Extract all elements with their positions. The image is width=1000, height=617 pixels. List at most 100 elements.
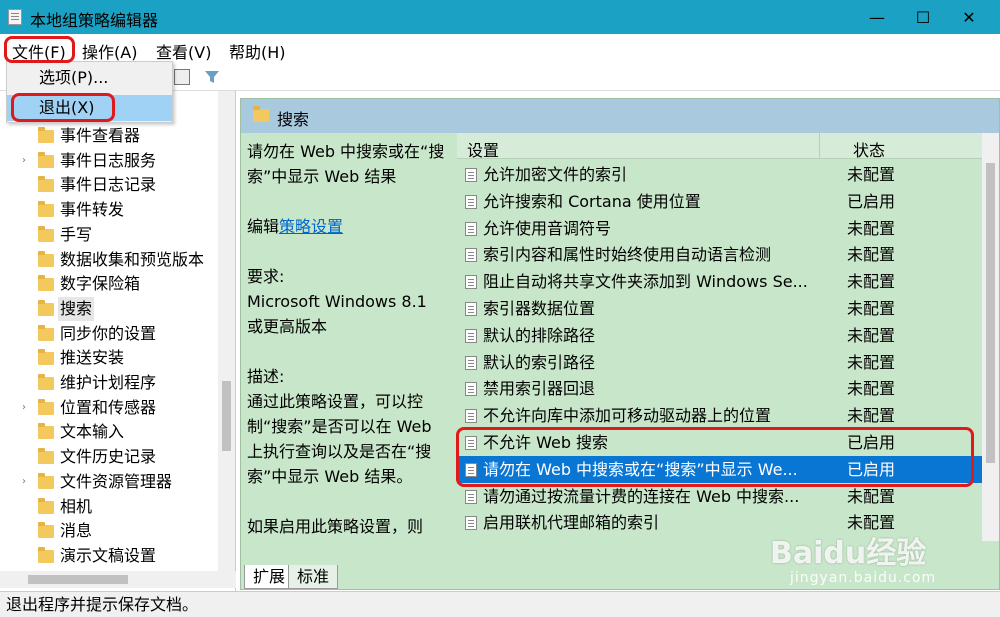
tree-item-label: 手写 <box>60 224 93 244</box>
policy-icon <box>465 409 477 424</box>
tree-item-label: 事件查看器 <box>60 126 141 145</box>
close-button[interactable]: ✕ <box>946 0 992 34</box>
tree-item[interactable]: 事件日志记录 <box>0 173 218 197</box>
column-setting[interactable]: 设置 <box>467 137 499 161</box>
tab-standard[interactable]: 标准 <box>288 565 339 589</box>
tab-extended[interactable]: 扩展 <box>244 565 295 589</box>
baidu-watermark-url: jingyan.baidu.com <box>790 570 937 586</box>
policy-icon <box>465 355 477 370</box>
tree-item[interactable]: 事件转发 <box>0 198 218 222</box>
tree-item-label: 同步你的设置 <box>60 323 157 343</box>
setting-row[interactable]: 索引内容和属性时始终使用自动语言检测 未配置 <box>457 241 999 268</box>
folder-icon <box>38 201 54 218</box>
tree-horizontal-scrollbar[interactable] <box>0 571 236 588</box>
setting-state: 未配置 <box>847 165 896 184</box>
setting-state: 已启用 <box>847 191 896 211</box>
setting-name: 阻止自动将共享文件夹添加到 Windows Se... <box>483 272 808 292</box>
tree-item-label: 相机 <box>60 496 93 516</box>
folder-icon <box>38 374 54 390</box>
tree-item[interactable]: 同步你的设置 <box>0 322 218 346</box>
maximize-button[interactable]: ☐ <box>900 0 946 34</box>
details-title: 搜索 <box>277 110 310 129</box>
edit-policy: 编辑策略设置 <box>247 214 447 239</box>
folder-icon <box>38 275 54 292</box>
column-state[interactable]: 状态 <box>853 137 885 161</box>
requirements-text: Microsoft Windows 8.1 或更高版本 <box>247 292 427 336</box>
setting-state: 未配置 <box>847 352 896 372</box>
menu-view[interactable]: 查看(V) <box>156 39 211 63</box>
tree-item[interactable]: 推送安装 <box>0 346 218 370</box>
setting-name: 默认的索引路径 <box>483 352 596 372</box>
menu-action[interactable]: 操作(A) <box>82 39 137 63</box>
tree-item-label: 演示文稿设置 <box>60 545 157 565</box>
filter-icon[interactable] <box>204 69 220 85</box>
show-hide-tree-icon[interactable] <box>174 69 190 85</box>
expand-arrow-icon[interactable]: › <box>22 470 26 494</box>
tree-item[interactable]: 数据收集和预览版本 <box>0 248 218 272</box>
setting-row[interactable]: 不允许向库中添加可移动驱动器上的位置 未配置 <box>457 402 999 429</box>
folder-icon <box>38 324 54 341</box>
tree-item[interactable]: 事件查看器 <box>0 124 218 148</box>
setting-row[interactable]: 默认的排除路径 未配置 <box>457 322 999 349</box>
setting-name: 禁用索引器回退 <box>483 379 596 399</box>
tree-item-label: 位置和传感器 <box>60 397 157 417</box>
setting-row[interactable]: 默认的索引路径 未配置 <box>457 349 999 376</box>
list-vertical-scrollbar[interactable] <box>982 133 999 541</box>
tree-pane: 事件查看器 › 事件日志服务 事件日志记录 事件转发手写数据收集和预览版本 数字保险箱 搜索… <box>0 91 236 591</box>
tree-item-label: 文件历史记录 <box>60 447 157 467</box>
tree-item[interactable]: 文本输入 <box>0 420 218 444</box>
scroll-thumb[interactable] <box>986 163 995 463</box>
description-text: 通过此策略设置，可以控制“搜索”是否可以在 Web 上执行查询以及是否在“搜索”… <box>247 392 432 486</box>
tree-item[interactable]: › 位置和传感器 <box>0 396 218 420</box>
policy-description: 请勿在 Web 中搜索或在“搜索”中显示 Web 结果 编辑策略设置 要求: Mi… <box>247 139 447 564</box>
menu-help[interactable]: 帮助(H) <box>229 39 286 63</box>
setting-row[interactable]: 阻止自动将共享文件夹添加到 Windows Se... 未配置 <box>457 268 999 295</box>
setting-row[interactable]: 允许加密文件的索引 未配置 <box>457 161 999 188</box>
tree-item-label: 搜索 <box>58 296 95 321</box>
policy-icon <box>465 275 477 290</box>
scroll-thumb[interactable] <box>222 381 231 451</box>
column-separator[interactable] <box>819 133 820 159</box>
setting-name: 允许加密文件的索引 <box>483 165 628 184</box>
requirements-label: 要求: <box>247 267 285 286</box>
expand-arrow-icon[interactable]: › <box>22 149 26 173</box>
folder-icon <box>38 127 54 143</box>
tree-item[interactable]: › 文件资源管理器 <box>0 470 218 494</box>
folder-icon <box>38 497 54 514</box>
setting-row[interactable]: 允许搜索和 Cortana 使用位置 已启用 <box>457 188 999 215</box>
policy-settings-link[interactable]: 策略设置 <box>279 217 343 236</box>
tree-item[interactable]: 消息 <box>0 519 218 543</box>
setting-state: 未配置 <box>847 299 896 318</box>
expand-arrow-icon[interactable]: › <box>22 396 26 420</box>
tree-item[interactable]: › 事件日志服务 <box>0 149 218 173</box>
tree-item[interactable]: 手写 <box>0 223 218 247</box>
setting-row[interactable]: 允许使用音调符号 未配置 <box>457 215 999 242</box>
description-label: 描述: <box>247 367 285 386</box>
policy-icon <box>465 382 477 397</box>
setting-row[interactable]: 索引器数据位置 未配置 <box>457 295 999 322</box>
tree-item-label: 事件转发 <box>60 200 125 220</box>
tree-item[interactable]: 相机 <box>0 495 218 519</box>
details-pane: 搜索 请勿在 Web 中搜索或在“搜索”中显示 Web 结果 编辑策略设置 要求… <box>240 98 1000 590</box>
minimize-button[interactable]: — <box>854 0 900 34</box>
tree-item-label: 事件日志记录 <box>60 175 157 195</box>
scroll-thumb[interactable] <box>28 575 128 584</box>
tree-item[interactable]: 数字保险箱 <box>0 272 218 296</box>
tree-item[interactable]: 搜索 <box>0 296 218 321</box>
setting-name: 允许搜索和 Cortana 使用位置 <box>483 191 701 211</box>
setting-name: 不允许向库中添加可移动驱动器上的位置 <box>483 406 772 426</box>
tree-item[interactable]: 文件历史记录 <box>0 445 218 469</box>
tree-item[interactable]: 演示文稿设置 <box>0 544 218 568</box>
status-bar: 退出程序并提示保存文档。 <box>0 591 1000 617</box>
folder-icon <box>38 522 54 539</box>
tree-item[interactable]: 维护计划程序 <box>0 371 218 395</box>
menu-item-options[interactable]: 选项(P)... <box>7 65 172 91</box>
details-header: 搜索 <box>241 99 999 133</box>
tree-item-label: 维护计划程序 <box>60 373 157 392</box>
edit-prefix: 编辑 <box>247 217 280 236</box>
tree-vertical-scrollbar[interactable] <box>218 91 235 571</box>
file-menu-highlight <box>4 36 75 63</box>
setting-state: 未配置 <box>847 406 896 426</box>
policy-icon <box>465 516 477 531</box>
setting-row[interactable]: 禁用索引器回退 未配置 <box>457 375 999 402</box>
